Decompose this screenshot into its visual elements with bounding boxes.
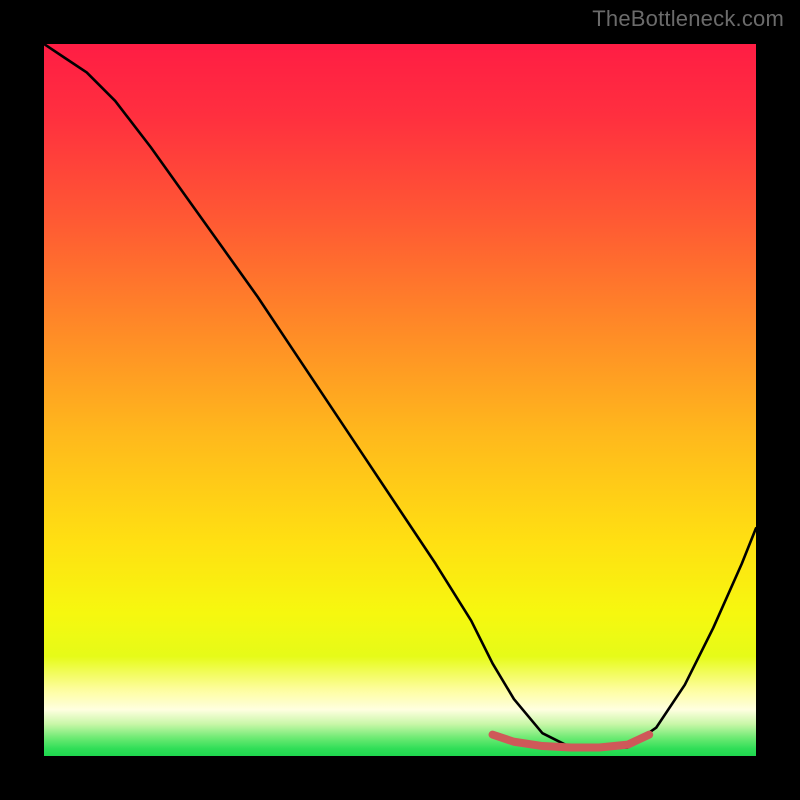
optimal-range-highlight [493, 735, 650, 748]
plot-area [44, 44, 756, 756]
highlight-layer [44, 44, 756, 756]
watermark-text: TheBottleneck.com [592, 6, 784, 32]
chart-frame: TheBottleneck.com [0, 0, 800, 800]
